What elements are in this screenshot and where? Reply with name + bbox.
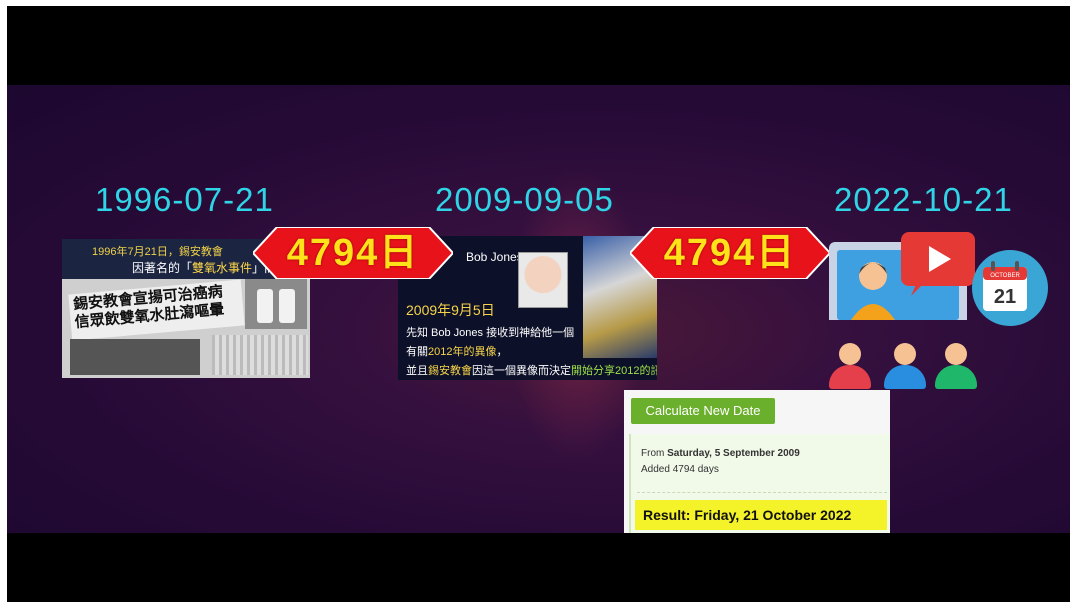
slide-highlight: 2012年的異像 bbox=[428, 346, 497, 358]
calendar-month: OCTOBER bbox=[990, 273, 1020, 279]
person-body bbox=[829, 365, 871, 389]
slide-text: 因這一個異像而決定 bbox=[472, 365, 571, 377]
slide-highlight: 錫安教會 bbox=[428, 365, 472, 377]
timeline-stage: 1996-07-21 2009-09-05 2022-10-21 1996年7月… bbox=[7, 85, 1070, 533]
divider bbox=[637, 492, 887, 493]
day-count-badge-2: 4794日 bbox=[630, 227, 830, 279]
person-icon-red bbox=[829, 343, 871, 389]
newspaper-headline: 錫安教會宣揚可治癌病 信眾飲雙氧水肚瀉嘔暈 bbox=[68, 279, 245, 341]
added-days-text: Added 4794 days bbox=[641, 464, 719, 475]
slide-line-1: 先知 Bob Jones 接收到神給他一個 bbox=[406, 327, 575, 339]
portrait-photo bbox=[518, 252, 568, 308]
person-body bbox=[935, 365, 977, 389]
date-label-2009: 2009-09-05 bbox=[435, 181, 614, 218]
bottles-photo bbox=[245, 279, 307, 329]
bob-jones-name: Bob Jones bbox=[466, 250, 523, 264]
date-label-2022: 2022-10-21 bbox=[834, 181, 1013, 218]
slide-highlight-green: 開始分享2012的訊息 bbox=[571, 365, 657, 377]
person-head bbox=[839, 343, 861, 365]
caption-highlight: 雙氧水事件 bbox=[192, 261, 253, 275]
slide-text: 並且 bbox=[406, 365, 428, 377]
date-calculator-card: Calculate New Date From Saturday, 5 Sept… bbox=[624, 390, 890, 533]
caption-text: 因著名的「 bbox=[132, 261, 193, 275]
person-icon-green bbox=[935, 343, 977, 389]
caption-line-1: 1996年7月21日，錫安教會 bbox=[92, 246, 223, 258]
person-icon-blue bbox=[884, 343, 926, 389]
video-frame: 1996-07-21 2009-09-05 2022-10-21 1996年7月… bbox=[7, 6, 1070, 602]
slide-text: 有關 bbox=[406, 346, 428, 358]
person-head bbox=[945, 343, 967, 365]
crowd-photo bbox=[70, 339, 200, 375]
newspaper-columns bbox=[212, 335, 308, 375]
from-date-text: From Saturday, 5 September 2009 bbox=[641, 448, 800, 459]
slide-line-3: 並且錫安教會因這一個異像而決定開始分享2012的訊息。 bbox=[406, 362, 657, 378]
slide-line-2: 有關2012年的異像， bbox=[406, 343, 507, 359]
date-label-1996: 1996-07-21 bbox=[95, 181, 274, 218]
badge-text: 4794日 bbox=[286, 232, 420, 274]
day-count-badge-1: 4794日 bbox=[253, 227, 453, 279]
person-head bbox=[894, 343, 916, 365]
calculate-new-date-button[interactable]: Calculate New Date bbox=[631, 398, 775, 424]
slide-date: 2009年9月5日 bbox=[406, 302, 495, 318]
person-body bbox=[884, 365, 926, 389]
calendar-day: 21 bbox=[994, 286, 1016, 308]
from-date: Saturday, 5 September 2009 bbox=[667, 448, 800, 459]
calendar-icon: OCTOBER 21 bbox=[972, 250, 1048, 326]
badge-text: 4794日 bbox=[663, 232, 797, 274]
result-text: Result: Friday, 21 October 2022 bbox=[635, 500, 887, 530]
calculator-result-panel: From Saturday, 5 September 2009 Added 47… bbox=[629, 434, 890, 533]
from-prefix: From bbox=[641, 448, 668, 459]
slide-text: ， bbox=[496, 346, 508, 358]
